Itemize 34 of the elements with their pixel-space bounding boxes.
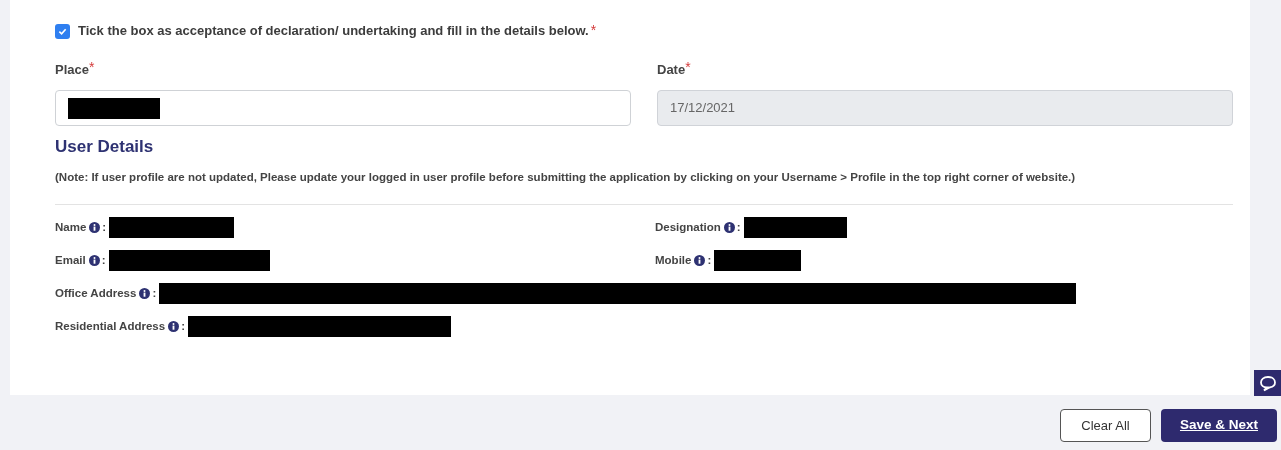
detail-label: Residential Address — [55, 318, 166, 334]
detail-label: Email — [55, 252, 86, 268]
separator-text: : — [707, 252, 712, 268]
required-mark: * — [89, 60, 95, 74]
info-icon[interactable] — [139, 287, 151, 299]
info-icon[interactable] — [694, 254, 706, 266]
detail-label: Office Address — [55, 285, 137, 301]
field-value: 17/12/2021 — [670, 99, 736, 118]
required-mark: * — [590, 21, 597, 40]
field-label: Place — [55, 61, 89, 79]
chat-button[interactable] — [1254, 370, 1281, 396]
note-text: (Note: If user profile are not updated, Please update your logged in user profile before submitting the application by clicking on your Username > Profile in the top right corner of website.) — [55, 169, 1077, 185]
chat-bubble-icon — [1258, 374, 1277, 392]
info-icon[interactable] — [723, 221, 735, 233]
declaration-text: Tick the box as acceptance of declaration/ undertaking and fill in the details below. — [78, 22, 589, 41]
field-label: Date — [657, 61, 686, 79]
info-icon[interactable] — [88, 254, 100, 266]
declaration-checkbox[interactable] — [55, 23, 70, 39]
separator-text: : — [181, 318, 185, 334]
detail-label: Mobile — [655, 252, 692, 268]
clear-all-button[interactable]: Clear All — [1060, 409, 1151, 442]
detail-label: Designation — [655, 219, 721, 235]
info-icon[interactable] — [168, 320, 180, 332]
save-next-button[interactable]: Save & Next — [1161, 409, 1277, 442]
separator-text: : — [736, 219, 741, 235]
separator-text: : — [101, 252, 106, 268]
separator-text: : — [102, 219, 107, 235]
separator-text: : — [152, 285, 157, 301]
required-mark: * — [685, 60, 691, 74]
check-icon — [58, 26, 67, 36]
detail-label: Name — [55, 219, 87, 235]
section-heading: User Details — [55, 136, 155, 158]
info-icon[interactable] — [89, 221, 101, 233]
input-field[interactable] — [55, 90, 631, 126]
